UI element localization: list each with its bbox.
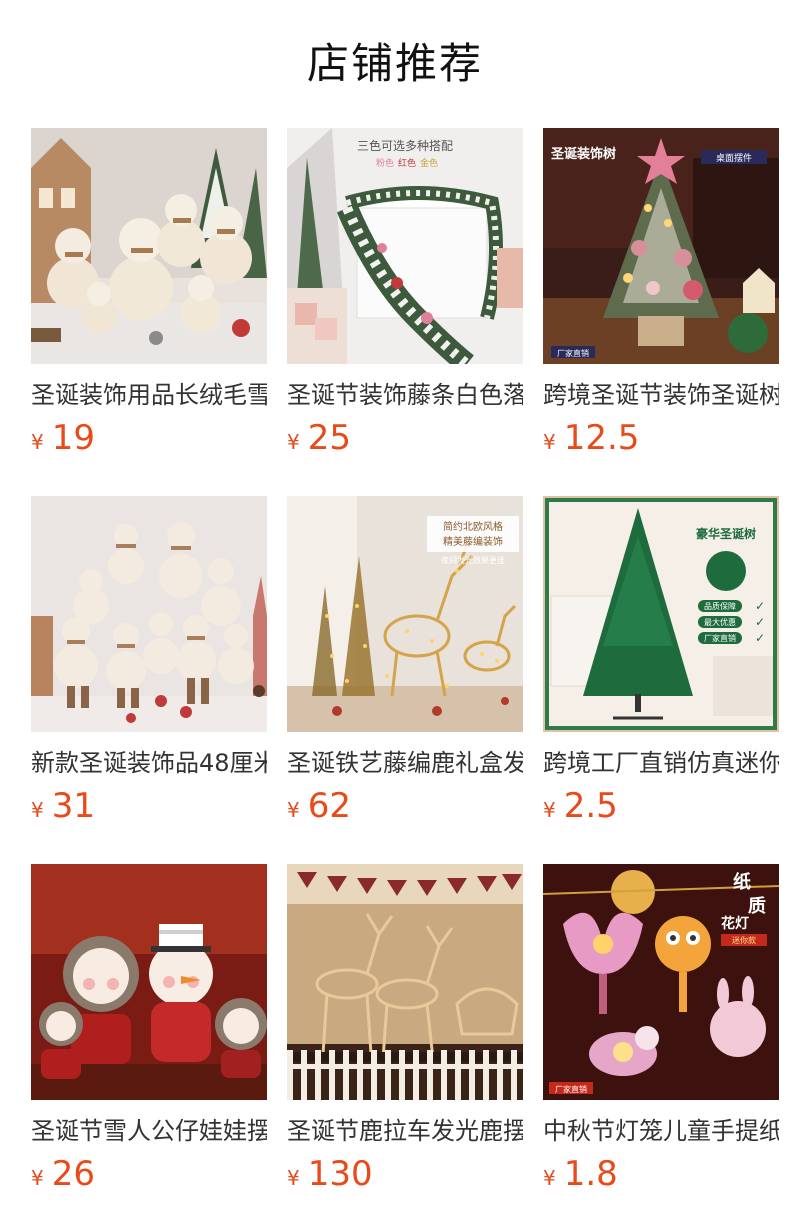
- product-price: ¥12.5: [543, 416, 639, 460]
- currency-symbol: ¥: [543, 798, 556, 822]
- overlay-color-gold: 金色: [420, 157, 438, 169]
- product-name[interactable]: 圣诞铁艺藤编鹿礼盒发光摆件: [287, 746, 523, 780]
- currency-symbol: ¥: [31, 798, 44, 822]
- currency-symbol: ¥: [287, 430, 300, 454]
- price-value: 2.5: [563, 786, 618, 826]
- overlay-title: 豪华圣诞树: [696, 526, 756, 541]
- currency-symbol: ¥: [287, 798, 300, 822]
- overlay-color-red: 红色: [398, 157, 416, 169]
- product-name[interactable]: 中秋节灯笼儿童手提纸质花灯: [543, 1114, 779, 1148]
- product-price: ¥62: [287, 784, 351, 828]
- product-name[interactable]: 圣诞装饰用品长绒毛雪人公仔摆件: [31, 378, 267, 412]
- product-image[interactable]: [31, 128, 267, 364]
- overlay-word: 花灯: [721, 915, 749, 932]
- currency-symbol: ¥: [31, 1166, 44, 1190]
- product-image[interactable]: 纸 质 花灯 迷你款 厂家直销: [543, 864, 779, 1100]
- overlay-color-pink: 粉色: [376, 157, 394, 169]
- product-image[interactable]: [31, 864, 267, 1100]
- product-card[interactable]: 三色可选多种搭配 粉色 红色 金色 圣诞节装饰藤条白色落雪藤条 ¥25: [287, 128, 523, 473]
- currency-symbol: ¥: [287, 1166, 300, 1190]
- product-price: ¥19: [31, 416, 95, 460]
- currency-symbol: ¥: [31, 430, 44, 454]
- overlay-factory: 厂家直销: [555, 1084, 587, 1094]
- overlay-badge: 桌面摆件: [716, 152, 752, 164]
- product-price: ¥130: [287, 1152, 373, 1196]
- product-image[interactable]: 圣诞装饰树 桌面摆件 厂家直销: [543, 128, 779, 364]
- currency-symbol: ¥: [543, 1166, 556, 1190]
- overlay-title: 圣诞装饰树: [551, 146, 616, 162]
- product-price: ¥25: [287, 416, 351, 460]
- overlay-title: 三色可选多种搭配: [357, 139, 453, 153]
- product-name[interactable]: 圣诞节雪人公仔娃娃摆件: [31, 1114, 267, 1148]
- price-value: 62: [307, 786, 351, 826]
- price-value: 19: [51, 418, 95, 458]
- product-name[interactable]: 圣诞节鹿拉车发光鹿摆件: [287, 1114, 523, 1148]
- product-card[interactable]: 圣诞节雪人公仔娃娃摆件 ¥26: [31, 864, 267, 1209]
- product-image[interactable]: 简约北欧风格 精美藤编装饰 夜间发光效果更佳: [287, 496, 523, 732]
- overlay-badge-discount: 最大优惠: [704, 617, 736, 627]
- overlay-badge-quality: 品质保障: [704, 601, 736, 611]
- overlay-badge-factory: 厂家直销: [704, 633, 736, 643]
- store-recommendations-page: 店铺推荐 圣诞装饰用品长绒毛雪 ¥ 19 三色可选多种搭配 粉色 红色 金色 圣…: [0, 0, 790, 1232]
- price-value: 26: [51, 1154, 95, 1194]
- product-image[interactable]: 豪华圣诞树 品质保障 最大优惠 厂家直销 ✓ ✓ ✓: [543, 496, 779, 732]
- overlay-badge: 迷你款: [732, 935, 756, 945]
- product-card[interactable]: 豪华圣诞树 品质保障 最大优惠 厂家直销 ✓ ✓ ✓ 跨境工厂直销仿真迷你圣诞树…: [543, 496, 779, 841]
- product-name[interactable]: 跨境圣诞节装饰圣诞树桌面摆件: [543, 378, 779, 412]
- price-value: 31: [51, 786, 95, 826]
- product-card[interactable]: 纸 质 花灯 迷你款 厂家直销 中秋节灯笼儿童手提纸质花灯 ¥1.8: [543, 864, 779, 1209]
- product-image[interactable]: [31, 496, 267, 732]
- product-card[interactable]: 新款圣诞装饰品48厘米雪人公仔 ¥31: [31, 496, 267, 841]
- currency-symbol: ¥: [543, 430, 556, 454]
- product-image[interactable]: [287, 864, 523, 1100]
- product-card[interactable]: 圣诞装饰用品长绒毛雪人公仔摆件 ¥19: [31, 128, 267, 473]
- overlay-factory: 厂家直销: [557, 348, 589, 358]
- price-value: 130: [307, 1154, 373, 1194]
- product-card[interactable]: 圣诞节鹿拉车发光鹿摆件 ¥130: [287, 864, 523, 1209]
- product-card[interactable]: 圣诞装饰树 桌面摆件 厂家直销 跨境圣诞节装饰圣诞树桌面摆件 ¥12.5: [543, 128, 779, 473]
- product-name[interactable]: 圣诞节装饰藤条白色落雪藤条: [287, 378, 523, 412]
- check-icon: ✓: [755, 631, 765, 645]
- section-title: 店铺推荐: [306, 39, 483, 88]
- product-price: ¥1.8: [543, 1152, 618, 1196]
- overlay-line-3: 夜间发光效果更佳: [441, 555, 505, 565]
- price-value: 1.8: [563, 1154, 618, 1194]
- product-name[interactable]: 跨境工厂直销仿真迷你圣诞树: [543, 746, 779, 780]
- overlay-char-1: 纸: [733, 871, 751, 893]
- check-icon: ✓: [755, 599, 765, 613]
- price-value: 25: [307, 418, 351, 458]
- product-card[interactable]: 简约北欧风格 精美藤编装饰 夜间发光效果更佳 圣诞铁艺藤编鹿礼盒发光摆件 ¥62: [287, 496, 523, 841]
- product-image[interactable]: 三色可选多种搭配 粉色 红色 金色: [287, 128, 523, 364]
- overlay-line-1: 简约北欧风格: [443, 520, 503, 533]
- check-icon: ✓: [755, 615, 765, 629]
- overlay-char-2: 质: [748, 896, 766, 917]
- product-price: ¥26: [31, 1152, 95, 1196]
- overlay-line-2: 精美藤编装饰: [443, 535, 503, 548]
- price-value: 12.5: [563, 418, 640, 458]
- product-price: ¥2.5: [543, 784, 618, 828]
- product-price: ¥31: [31, 784, 95, 828]
- product-name[interactable]: 新款圣诞装饰品48厘米雪人公仔: [31, 746, 267, 780]
